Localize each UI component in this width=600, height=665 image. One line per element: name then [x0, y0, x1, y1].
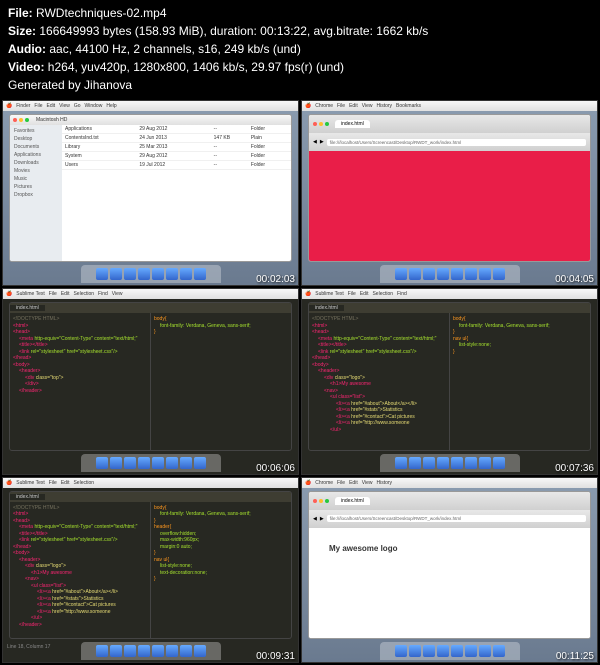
- finder-sidebar[interactable]: FavoritesDesktopDocumentsApplicationsDow…: [10, 125, 62, 262]
- table-row: Library25 Mar 2013--Folder: [62, 143, 291, 152]
- dock[interactable]: [81, 265, 221, 283]
- code-pane-right[interactable]: body{ font-family: Verdana, Geneva, sans…: [450, 313, 590, 449]
- editor-window[interactable]: index.html <!DOCTYPE HTML> <html> <head>…: [308, 302, 591, 450]
- timestamp: 00:09:31: [256, 651, 295, 662]
- dock[interactable]: [380, 265, 520, 283]
- minimize-icon[interactable]: [19, 118, 23, 122]
- code-pane-right[interactable]: body{ font-family: Verdana, Geneva, sans…: [151, 313, 291, 449]
- back-icon[interactable]: ◀: [313, 516, 317, 522]
- thumbnail-1-finder: 🍎 FinderFileEditViewGoWindowHelp Macinto…: [2, 100, 299, 286]
- code-pane-left[interactable]: <!DOCTYPE HTML> <html> <head> <meta http…: [10, 313, 151, 449]
- forward-icon[interactable]: ▶: [320, 516, 324, 522]
- thumbnail-6-browser: 🍎ChromeFileEditViewHistory index.html ◀▶…: [301, 477, 598, 663]
- thumbnail-4-editor: 🍎Sublime TextFileEditSelectionFind index…: [301, 288, 598, 474]
- close-icon[interactable]: [313, 499, 317, 503]
- thumbnail-grid: 🍎 FinderFileEditViewGoWindowHelp Macinto…: [0, 98, 600, 665]
- dock[interactable]: [81, 642, 221, 660]
- editor-window[interactable]: index.html <!DOCTYPE HTML> <html> <head>…: [9, 302, 292, 450]
- minimize-icon[interactable]: [319, 499, 323, 503]
- timestamp: 00:02:03: [256, 274, 295, 285]
- thumbnail-2-browser: 🍎ChromeFileEditViewHistoryBookmarks inde…: [301, 100, 598, 286]
- back-icon[interactable]: ◀: [313, 139, 317, 145]
- address-bar[interactable]: file:///localhost/Users/Screencast/Deskt…: [327, 139, 586, 146]
- page-content: [309, 151, 590, 262]
- forward-icon[interactable]: ▶: [320, 139, 324, 145]
- maximize-icon[interactable]: [25, 118, 29, 122]
- timestamp: 00:11:25: [556, 651, 594, 662]
- editor-tab[interactable]: index.html: [10, 494, 45, 500]
- table-row: Applications29 Aug 2012--Folder: [62, 125, 291, 134]
- maximize-icon[interactable]: [325, 122, 329, 126]
- dock[interactable]: [380, 642, 520, 660]
- editor-tab[interactable]: index.html: [309, 305, 344, 311]
- dock[interactable]: [380, 454, 520, 472]
- dock[interactable]: [81, 454, 221, 472]
- browser-window[interactable]: index.html ◀▶file:///localhost/Users/Scr…: [308, 114, 591, 262]
- apple-icon: 🍎: [6, 103, 12, 109]
- close-icon[interactable]: [13, 118, 17, 122]
- timestamp: 00:06:06: [256, 463, 295, 474]
- page-content: My awesome logo: [309, 528, 590, 639]
- maximize-icon[interactable]: [325, 499, 329, 503]
- thumbnail-3-editor: 🍎Sublime TextFileEditSelectionFindView i…: [2, 288, 299, 474]
- address-bar[interactable]: file:///localhost/Users/Screencast/Deskt…: [327, 515, 586, 522]
- minimize-icon[interactable]: [319, 122, 323, 126]
- media-info-header: File: RWDtechniques-02.mp4 Size: 1666499…: [0, 0, 600, 98]
- editor-window[interactable]: index.html <!DOCTYPE HTML> <html> <head>…: [9, 491, 292, 639]
- editor-tab[interactable]: index.html: [10, 305, 45, 311]
- code-pane-right[interactable]: body{ font-family: Verdana, Geneva, sans…: [151, 502, 291, 638]
- thumbnail-5-editor: 🍎Sublime TextFileEditSelection index.htm…: [2, 477, 299, 663]
- table-row: System29 Aug 2012--Folder: [62, 152, 291, 161]
- apple-icon: 🍎: [305, 480, 311, 486]
- apple-icon: 🍎: [6, 291, 12, 297]
- page-heading: My awesome logo: [329, 544, 397, 553]
- code-pane-left[interactable]: <!DOCTYPE HTML> <html> <head> <meta http…: [10, 502, 151, 638]
- finder-window[interactable]: Macintosh HD FavoritesDesktopDocumentsAp…: [9, 114, 292, 262]
- code-pane-left[interactable]: <!DOCTYPE HTML> <html> <head> <meta http…: [309, 313, 450, 449]
- window-title: Macintosh HD: [36, 117, 67, 123]
- menubar: 🍎 FinderFileEditViewGoWindowHelp: [3, 101, 298, 111]
- apple-icon: 🍎: [6, 480, 12, 486]
- browser-tab[interactable]: index.html: [335, 497, 370, 505]
- table-row: ContentsInd.txt24 Jun 2013147 KBPlain: [62, 134, 291, 143]
- browser-tab[interactable]: index.html: [335, 120, 370, 128]
- close-icon[interactable]: [313, 122, 317, 126]
- timestamp: 00:07:36: [555, 463, 594, 474]
- timestamp: 00:04:05: [555, 274, 594, 285]
- file-list[interactable]: Applications29 Aug 2012--Folder Contents…: [62, 125, 291, 262]
- browser-window[interactable]: index.html ◀▶file:///localhost/Users/Scr…: [308, 491, 591, 639]
- apple-icon: 🍎: [305, 291, 311, 297]
- table-row: Users19 Jul 2012--Folder: [62, 161, 291, 170]
- apple-icon: 🍎: [305, 103, 311, 109]
